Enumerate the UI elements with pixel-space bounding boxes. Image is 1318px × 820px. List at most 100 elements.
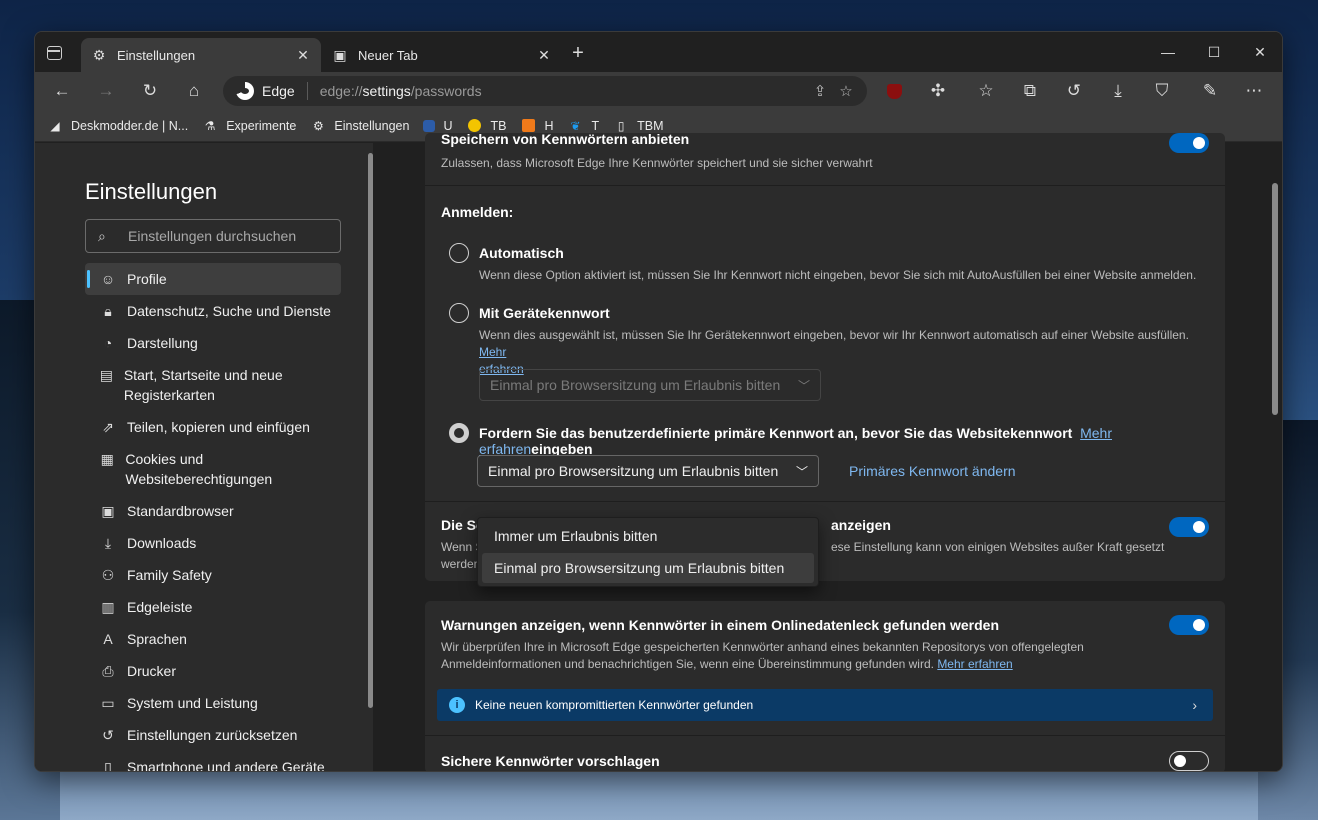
favorites-button[interactable]: ☆	[971, 76, 1001, 106]
forward-button[interactable]: →	[91, 76, 121, 106]
radio-automatic[interactable]	[449, 243, 469, 263]
radio-device-password[interactable]	[449, 303, 469, 323]
sidebar-item-languages[interactable]: A Sprachen	[85, 623, 341, 655]
tab-neuer-tab[interactable]: ▣ Neuer Tab ✕	[322, 38, 562, 72]
browser-essentials-button[interactable]: ⛉	[1147, 76, 1177, 106]
sidebar-item-privacy[interactable]: 🔒︎ Datenschutz, Suche und Dienste	[85, 295, 341, 327]
back-button[interactable]: ←	[47, 76, 77, 106]
search-input[interactable]	[128, 228, 318, 244]
extensions-button[interactable]: ✣	[923, 76, 953, 106]
sidebar-item-start[interactable]: ▤ Start, Startseite und neue Registerkart…	[85, 359, 341, 411]
sidebar-item-edgebar[interactable]: ▥ Edgeleiste	[85, 591, 341, 623]
show-button-title-b: anzeigen	[831, 517, 891, 533]
tab-einstellungen[interactable]: ⚙ Einstellungen ✕	[81, 38, 321, 72]
close-icon[interactable]: ✕	[295, 47, 311, 64]
leak-desc: Wir überprüfen Ihre in Microsoft Edge ge…	[441, 639, 1161, 673]
window-close-button[interactable]: ✕	[1237, 32, 1282, 72]
close-icon[interactable]: ✕	[536, 47, 552, 64]
family-icon: ⚇	[101, 567, 115, 583]
favorite-experimente[interactable]: ⚗ Experimente	[202, 118, 297, 134]
favorite-einstellungen[interactable]: ⚙ Einstellungen	[310, 118, 409, 134]
learn-more-link[interactable]: Mehr erfahren	[937, 657, 1012, 671]
option-device-desc-text: Wenn dies ausgewählt ist, müssen Sie Ihr…	[479, 328, 1189, 342]
tab-strip: ⚙ Einstellungen ✕ ▣ Neuer Tab ✕ + — ☐ ✕	[35, 32, 1282, 72]
dropdown-option-always[interactable]: Immer um Erlaubnis bitten	[482, 521, 814, 551]
new-tab-button[interactable]: +	[568, 43, 588, 63]
dropdown-menu: Immer um Erlaubnis bitten Einmal pro Bro…	[477, 517, 819, 587]
divider	[425, 735, 1225, 736]
sidebar-item-system[interactable]: ▭ System und Leistung	[85, 687, 341, 719]
address-bar[interactable]: Edge edge://settings/passwords ⇪ ☆	[223, 76, 867, 106]
dropdown-option-once[interactable]: Einmal pro Browsersitzung um Erlaubnis b…	[482, 553, 814, 583]
downloads-button[interactable]: ⤓	[1103, 76, 1133, 106]
radio-custom-primary[interactable]	[449, 423, 469, 443]
sidebar-item-reset[interactable]: ↺ Einstellungen zurücksetzen	[85, 719, 341, 751]
sidebar-item-downloads[interactable]: ⤓ Downloads	[85, 527, 341, 559]
profile-icon: ☺	[100, 271, 116, 287]
history-button[interactable]: ↺	[1059, 76, 1089, 106]
offer-save-toggle[interactable]	[1169, 133, 1209, 153]
printer-icon: ⎙	[102, 663, 114, 679]
offer-save-title: Speichern von Kennwörtern anbieten	[441, 131, 690, 147]
menu-button[interactable]: ⋯	[1239, 76, 1269, 106]
sidebar-item-phone[interactable]: ▯ Smartphone und andere Geräte	[85, 751, 341, 771]
arrow-left-icon: ←	[53, 81, 71, 100]
sidebar-item-label: Cookies und Websiteberechtigungen	[125, 451, 273, 487]
learn-more-link[interactable]: Mehr	[479, 345, 506, 359]
sidebar-item-appearance[interactable]: ◔ Darstellung	[85, 327, 341, 359]
url-host: settings	[362, 83, 411, 99]
refresh-button[interactable]: ↻	[135, 76, 165, 106]
favorite-label: Deskmodder.de | N...	[71, 118, 189, 133]
arrow-right-icon: →	[97, 81, 115, 100]
sidebar-item-printer[interactable]: ⎙ Drucker	[85, 655, 341, 687]
gear-icon: ⚙	[92, 46, 106, 63]
favorite-deskmodder[interactable]: ◢ Deskmodder.de | N...	[47, 118, 188, 134]
sidebar-item-share[interactable]: ⇗ Teilen, kopieren und einfügen	[85, 411, 341, 443]
puzzle-icon: ✣	[930, 81, 946, 100]
share-icon[interactable]: ⇪	[807, 82, 833, 100]
show-button-desc-b: ese Einstellung kann von einigen Website…	[831, 540, 1165, 554]
search-icon: ⌕	[98, 227, 106, 244]
edge-logo-icon	[236, 82, 254, 100]
divider	[425, 185, 1225, 186]
show-button-toggle[interactable]	[1169, 517, 1209, 537]
tab-actions-icon[interactable]	[45, 44, 65, 62]
add-favorite-icon[interactable]: ☆	[833, 82, 859, 100]
option-automatic-desc: Wenn diese Option aktiviert ist, müssen …	[479, 268, 1197, 282]
collections-button[interactable]: ⧉	[1015, 76, 1045, 106]
signin-label: Anmelden:	[441, 204, 514, 220]
maximize-button[interactable]: ☐	[1191, 32, 1237, 72]
sidebar-item-label: Edgeleiste	[127, 599, 193, 615]
leak-toggle[interactable]	[1169, 615, 1209, 635]
sidebar-list: ☺ Profile 🔒︎ Datenschutz, Suche und Dienst…	[85, 263, 341, 771]
change-primary-password-link[interactable]: Primäres Kennwort ändern	[849, 463, 1016, 479]
select-value: Einmal pro Browsersitzung um Erlaubnis b…	[490, 377, 781, 393]
sidebar-item-label: Sprachen	[127, 631, 187, 647]
settings-search[interactable]: ⌕	[85, 219, 341, 253]
custom-primary-select[interactable]: Einmal pro Browsersitzung um Erlaubnis b…	[477, 455, 819, 487]
address-url[interactable]: edge://settings/passwords	[320, 83, 807, 99]
minimize-button[interactable]: —	[1145, 32, 1191, 72]
main-scrollbar[interactable]	[1272, 183, 1278, 415]
leak-desc-line1: Wir überprüfen Ihre in Microsoft Edge ge…	[441, 640, 1084, 654]
no-compromised-banner[interactable]: i Keine neuen kompromittierten Kennwörte…	[437, 689, 1213, 721]
sidebar-item-default-browser[interactable]: ▣ Standardbrowser	[85, 495, 341, 527]
gear-icon: ⚙	[312, 118, 324, 133]
sidebar-scrollbar[interactable]	[368, 153, 373, 708]
ublock-extension-button[interactable]	[879, 76, 909, 106]
home-button[interactable]: ⌂	[179, 76, 209, 106]
chevron-right-icon: ›	[1192, 697, 1197, 713]
favorites-icon: ☆	[978, 81, 994, 100]
browser-icon: ▣	[101, 503, 115, 519]
sidebar-item-label: Datenschutz, Suche und Dienste	[127, 303, 331, 319]
sidebar-item-label: Family Safety	[127, 567, 212, 583]
download-icon: ⤓	[1114, 81, 1122, 100]
suggest-toggle[interactable]	[1169, 751, 1209, 771]
sidebar-item-cookies[interactable]: ▦ Cookies und Websiteberechtigungen	[85, 443, 341, 495]
share-icon: ⇗	[102, 419, 114, 435]
device-password-select: Einmal pro Browsersitzung um Erlaubnis b…	[479, 369, 821, 401]
pen-button[interactable]: ✎	[1195, 76, 1225, 106]
sidebar-item-profile[interactable]: ☺ Profile	[85, 263, 341, 295]
sidebar-item-family[interactable]: ⚇ Family Safety	[85, 559, 341, 591]
offer-save-desc: Zulassen, dass Microsoft Edge Ihre Kennw…	[441, 156, 873, 170]
